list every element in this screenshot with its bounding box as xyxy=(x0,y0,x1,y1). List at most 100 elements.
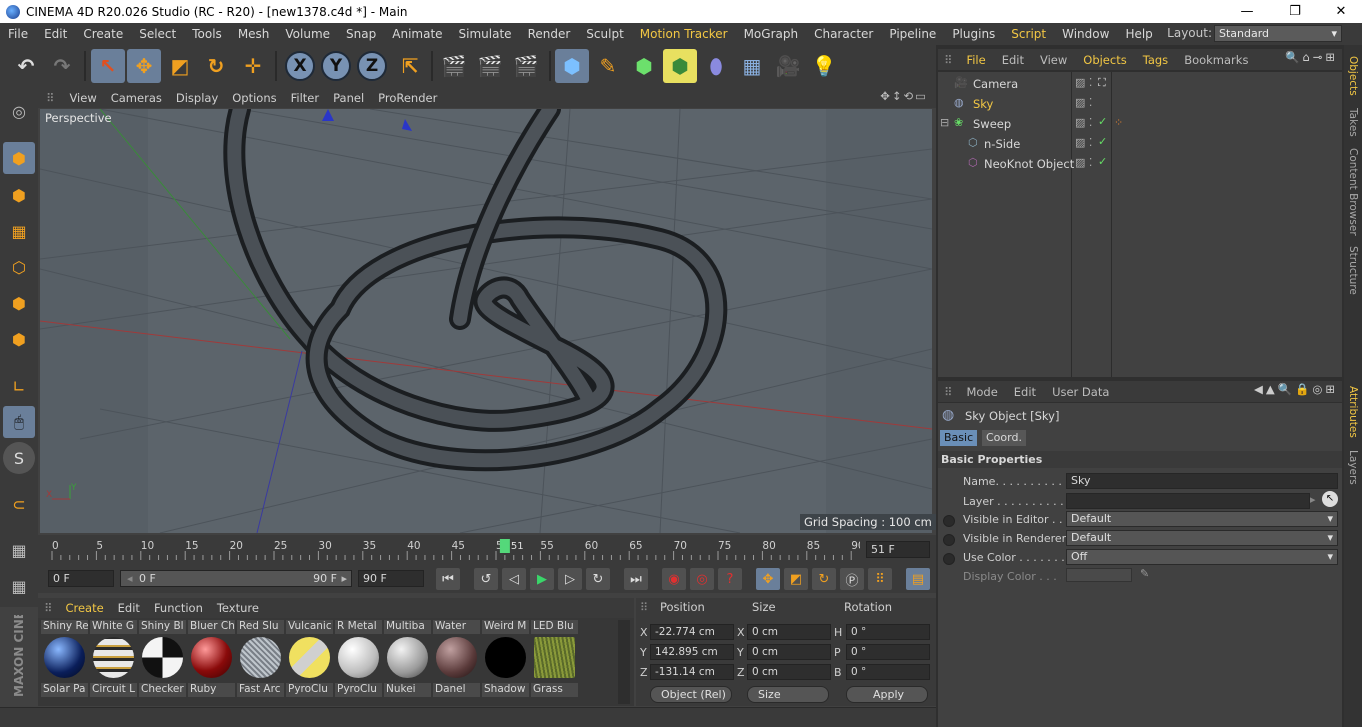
material-preview[interactable] xyxy=(289,637,330,678)
redo-icon[interactable]: ↷ xyxy=(45,49,79,83)
layout-select[interactable]: Standard xyxy=(1214,25,1342,42)
camera-target-tag-icon[interactable]: ⛶ xyxy=(1098,76,1106,90)
object-name[interactable]: NeoKnot Object xyxy=(984,157,1074,171)
make-editable-icon[interactable]: ◎ xyxy=(3,95,35,127)
menu-render[interactable]: Render xyxy=(520,27,579,41)
menu-file[interactable]: File xyxy=(0,27,36,41)
menu-character[interactable]: Character xyxy=(806,27,881,41)
render-view-icon[interactable]: 🎬 xyxy=(437,49,471,83)
material-swatch[interactable]: Shiny Bl Checker xyxy=(139,620,186,700)
render-settings-icon[interactable]: 🎬 xyxy=(509,49,543,83)
layer-arrow-icon[interactable]: ▸ xyxy=(1310,493,1316,506)
material-menu-create[interactable]: Create xyxy=(58,601,110,615)
keyframe-selection-icon[interactable]: ? xyxy=(718,568,742,590)
side-tab-objects[interactable]: Objects xyxy=(1347,56,1359,96)
material-menu-edit[interactable]: Edit xyxy=(111,601,147,615)
live-selection-icon[interactable]: ↖ xyxy=(91,49,125,83)
material-preview[interactable] xyxy=(191,637,232,678)
rotation-p-field[interactable]: 0 ° xyxy=(846,644,930,660)
menu-help[interactable]: Help xyxy=(1117,27,1160,41)
attributes-menu-edit[interactable]: Edit xyxy=(1006,385,1044,399)
material-swatch[interactable]: Multiba Nukei xyxy=(384,620,431,700)
enabled-check-icon[interactable]: ✓ xyxy=(1098,135,1107,148)
visibility-toggles-icon[interactable]: ▨ ⁚ xyxy=(1075,156,1092,169)
texture-mode-icon[interactable]: ⬢ xyxy=(3,179,35,211)
menu-edit[interactable]: Edit xyxy=(36,27,75,41)
material-preview[interactable] xyxy=(44,637,85,678)
record-parameter-icon[interactable]: Ⓟ xyxy=(840,568,864,590)
coordinate-system-icon[interactable]: ⇱ xyxy=(393,49,427,83)
material-preview[interactable] xyxy=(338,637,379,678)
object-row-camera[interactable]: 🎥 Camera ▨ ⁚ ⛶ xyxy=(938,74,1342,94)
subdivision-generator-icon[interactable]: ⬢ xyxy=(627,49,661,83)
end-frame-field[interactable]: 90 F xyxy=(358,570,424,587)
visibility-toggles-icon[interactable]: ▨ ⁚ xyxy=(1075,116,1092,129)
side-tab-structure[interactable]: Structure xyxy=(1347,246,1359,295)
material-swatch[interactable]: Bluer Ch Ruby xyxy=(188,620,235,700)
record-scale-icon[interactable]: ◩ xyxy=(784,568,808,590)
play-forward-icon[interactable]: ▶ xyxy=(530,568,554,590)
attributes-nav-icons[interactable]: ◀▲🔍🔒◎⊞ xyxy=(1254,382,1338,396)
transform-tool-icon[interactable]: ✛ xyxy=(236,49,270,83)
object-name[interactable]: n-Side xyxy=(984,137,1020,151)
lock-workplane-icon[interactable]: ▦ xyxy=(3,534,35,566)
cube-primitive-icon[interactable]: ⬢ xyxy=(555,49,589,83)
menu-pipeline[interactable]: Pipeline xyxy=(881,27,944,41)
undo-icon[interactable]: ↶ xyxy=(9,49,43,83)
objects-search-icons[interactable]: 🔍⌂⊸⊞ xyxy=(1285,50,1338,64)
material-preview[interactable] xyxy=(93,637,134,678)
material-tag-icon[interactable]: ⁘ xyxy=(1114,116,1123,129)
previous-frame-icon[interactable]: ◁ xyxy=(502,568,526,590)
material-swatch[interactable]: R Metal PyroClu xyxy=(335,620,382,700)
viewport-menu-prorender[interactable]: ProRender xyxy=(371,91,444,105)
side-tab-layers[interactable]: Layers xyxy=(1347,450,1359,485)
3d-viewport[interactable]: Y X xyxy=(40,109,932,533)
viewport-menu-panel[interactable]: Panel xyxy=(326,91,371,105)
move-tool-icon[interactable]: ✥ xyxy=(127,49,161,83)
objects-menu-file[interactable]: File xyxy=(958,53,993,67)
visibility-toggles-icon[interactable]: ▨ ⁚ xyxy=(1075,76,1092,89)
menu-animate[interactable]: Animate xyxy=(384,27,450,41)
viewport-menu-options[interactable]: Options xyxy=(225,91,283,105)
next-key-icon[interactable]: ↻ xyxy=(586,568,610,590)
material-swatch[interactable]: White G Circuit L xyxy=(90,620,137,700)
viewport-menu-view[interactable]: View xyxy=(62,91,103,105)
material-preview[interactable] xyxy=(534,637,575,678)
color-picker-icon[interactable]: ✎ xyxy=(1140,567,1149,580)
viewport-menu-display[interactable]: Display xyxy=(169,91,225,105)
coordinate-mode-dropdown[interactable]: Object (Rel) xyxy=(650,686,732,703)
snapping-icon[interactable]: S xyxy=(3,442,35,474)
render-to-picture-viewer-icon[interactable]: 🎬 xyxy=(473,49,507,83)
material-preview[interactable] xyxy=(387,637,428,678)
object-name[interactable]: Sweep xyxy=(973,117,1011,131)
object-name[interactable]: Sky xyxy=(973,97,993,111)
go-to-start-icon[interactable]: ⏮ xyxy=(436,568,460,590)
polygons-mode-icon[interactable]: ⬢ xyxy=(3,323,35,355)
y-axis-lock-button[interactable]: Y xyxy=(321,51,351,81)
restore-button[interactable]: ❐ xyxy=(1272,0,1318,23)
objects-menu-view[interactable]: View xyxy=(1032,53,1075,67)
visibility-toggles-icon[interactable]: ▨ ⁚ xyxy=(1075,96,1092,109)
objects-menu-objects[interactable]: Objects xyxy=(1075,53,1134,67)
points-mode-icon[interactable]: ⬡ xyxy=(3,251,35,283)
menu-create[interactable]: Create xyxy=(75,27,131,41)
attributes-menu-mode[interactable]: Mode xyxy=(958,385,1005,399)
menu-tools[interactable]: Tools xyxy=(184,27,230,41)
tab-basic[interactable]: Basic xyxy=(940,430,978,446)
start-frame-field[interactable]: 0 F xyxy=(48,570,114,587)
name-field[interactable]: Sky xyxy=(1066,473,1338,489)
deformer-icon[interactable]: ⬮ xyxy=(699,49,733,83)
objects-menu-tags[interactable]: Tags xyxy=(1135,53,1176,67)
workplane-mode-icon[interactable]: ▦ xyxy=(3,215,35,247)
material-swatch[interactable]: Red Slu Fast Arc xyxy=(237,620,284,700)
object-row-neoknot[interactable]: ⬡ NeoKnot Object ▨ ⁚ ✓ xyxy=(938,154,1342,174)
enabled-check-icon[interactable]: ✓ xyxy=(1098,155,1107,168)
side-tab-content-browser[interactable]: Content Browser xyxy=(1347,148,1359,236)
light-icon[interactable]: 💡 xyxy=(807,49,841,83)
floor-scene-icon[interactable]: ▦ xyxy=(735,49,769,83)
current-frame-field[interactable]: 51 F xyxy=(866,541,930,558)
visible-editor-radio[interactable] xyxy=(943,515,955,527)
menu-script[interactable]: Script xyxy=(1003,27,1054,41)
tab-coord[interactable]: Coord. xyxy=(982,430,1026,446)
tweak-mode-icon[interactable]: 🖱 xyxy=(3,406,35,438)
